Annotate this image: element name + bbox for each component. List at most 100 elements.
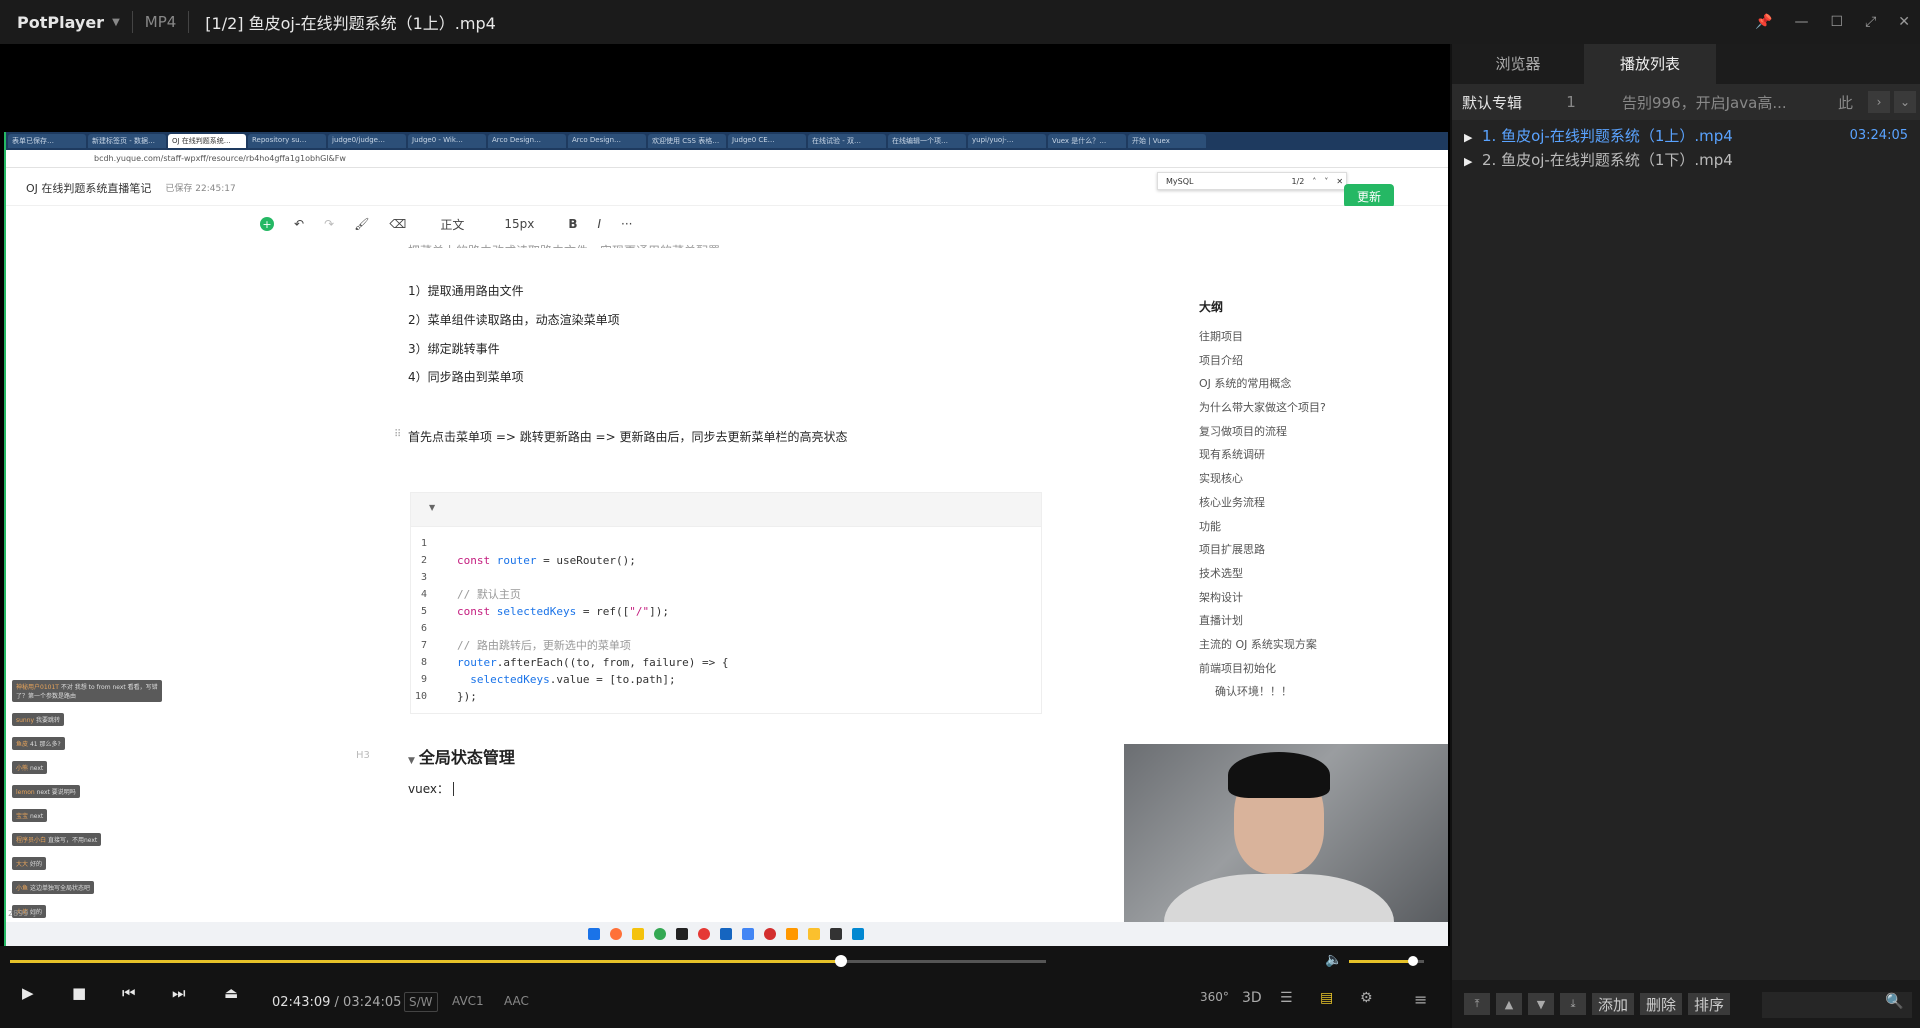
outline-item[interactable]: 项目介绍 [1199,349,1439,373]
video-area[interactable]: 表单已保存… 新建标签页 - 数据… OJ 在线判题系统… Repository su… [0,44,1450,946]
record-icon[interactable] [698,928,710,940]
address-bar[interactable]: bcdh.yuque.com/staff-wpxff/resource/rb4h… [4,150,1448,168]
pin-icon[interactable]: 📌 [1755,14,1772,30]
italic-button[interactable]: I [598,217,602,231]
chrome-icon[interactable] [654,928,666,940]
move-down-icon[interactable]: ▼ [1528,993,1554,1015]
time-display[interactable]: 02:43:09 / 03:24:05 [272,995,401,1010]
outline-item[interactable]: 为什么带大家做这个项目? [1199,396,1439,420]
close-icon[interactable]: ✕ [1898,14,1910,30]
vscode-icon[interactable] [720,928,732,940]
browser-tab[interactable]: Repository su… [248,134,326,148]
format-painter-icon[interactable]: 🖌 [354,217,369,231]
typora-icon[interactable] [676,928,688,940]
search-icon[interactable]: 🔍 [1885,992,1904,1010]
outline-item[interactable]: 项目扩展思路 [1199,538,1439,562]
seek-bar[interactable] [10,955,1046,967]
bold-button[interactable]: B [568,217,577,231]
3d-icon[interactable]: 3D [1242,990,1262,1006]
doc-title[interactable]: OJ 在线判题系统直播笔记 [26,180,151,196]
browser-tab[interactable]: yupi/yuoj-… [968,134,1046,148]
browser-tab[interactable]: 表单已保存… [8,134,86,148]
browser-tab[interactable]: Judge0 - Wik… [408,134,486,148]
windows-start-icon[interactable] [588,928,600,940]
text-style-select[interactable]: 正文 [440,216,464,233]
tab-browser[interactable]: 浏览器 [1452,44,1584,84]
code-block[interactable]: ▼ 1 2 const router = useRouter(); 3 4 // 默认主页… [410,492,1042,714]
browser-tab[interactable]: judge0/judge… [328,134,406,148]
code-line[interactable]: 10}); [411,688,1041,705]
playlist-search[interactable]: 🔍 [1762,992,1912,1018]
app-icon[interactable] [852,928,864,940]
minimize-icon[interactable]: — [1795,14,1809,30]
find-close-icon[interactable]: ✕ [1336,177,1343,186]
vuex-line[interactable]: vuex： [408,780,458,797]
find-next-icon[interactable]: ˅ [1324,177,1328,186]
next-icon[interactable]: ⏭ [172,984,186,1002]
browser-tab[interactable]: Arco Design… [488,134,566,148]
outline-item[interactable]: 技术选型 [1199,562,1439,586]
video-frame[interactable]: 表单已保存… 新建标签页 - 数据… OJ 在线判题系统… Repository su… [4,132,1448,946]
album-tab[interactable]: 默认专辑 [1452,92,1538,113]
browser-tab[interactable]: OJ 在线判题系统… [168,134,246,148]
terminal-icon[interactable] [830,928,842,940]
vr-360-icon[interactable]: 360° [1200,990,1229,1004]
find-prev-icon[interactable]: ˄ [1312,177,1316,186]
volume-icon[interactable]: 🔈 [1325,952,1342,968]
chevron-down-icon[interactable]: ⌄ [1894,91,1916,113]
code-line[interactable]: 1 [411,535,1041,552]
album-number[interactable]: 1 [1538,93,1604,111]
outline-item[interactable]: 复习做项目的流程 [1199,420,1439,444]
folder-icon[interactable] [632,928,644,940]
audio-codec-tag[interactable]: AAC [500,992,533,1010]
volume-slider[interactable] [1349,956,1424,966]
find-query[interactable]: MySQL [1166,177,1193,186]
redo-icon[interactable]: ↷ [324,217,334,231]
firefox-icon[interactable] [610,928,622,940]
seek-handle[interactable] [835,955,848,967]
find-bar[interactable]: MySQL 1/2 ˄ ˅ ✕ [1157,172,1347,190]
netease-icon[interactable] [764,928,776,940]
outline-item[interactable]: 核心业务流程 [1199,491,1439,515]
app-icon[interactable] [742,928,754,940]
play-icon[interactable]: ▶ [22,984,34,1002]
outline-item[interactable]: 前端项目初始化 [1199,657,1439,681]
code-line[interactable]: 6 [411,620,1041,637]
gear-icon[interactable]: ⚙ [1360,990,1373,1006]
code-line[interactable]: 4 // 默认主页 [411,586,1041,603]
browser-tab[interactable]: 开始 | Vuex [1128,134,1206,148]
move-top-icon[interactable]: ⤒ [1464,993,1490,1015]
eject-icon[interactable]: ⏏ [224,984,238,1002]
extra-tab[interactable]: 此 [1838,92,1868,113]
code-line[interactable]: 3 [411,569,1041,586]
clear-format-icon[interactable]: ⌫ [389,217,406,231]
outline-item[interactable]: 直播计划 [1199,609,1439,633]
sw-tag[interactable]: S/W [404,992,438,1012]
add-button[interactable]: 添加 [1592,993,1635,1015]
browser-tab[interactable]: 在线编辑一个项… [888,134,966,148]
subtitle-icon[interactable]: ▤ [1320,990,1333,1006]
code-line[interactable]: 7 // 路由跳转后，更新选中的菜单项 [411,637,1041,654]
code-body[interactable]: 1 2 const router = useRouter(); 3 4 // 默认主页 5 c… [411,527,1041,713]
sort-button[interactable]: 排序 [1688,993,1731,1015]
font-size-select[interactable]: 15px [504,217,534,231]
collapse-icon[interactable]: ▼ [408,756,415,766]
move-bottom-icon[interactable]: ⤓ [1560,993,1586,1015]
potplayer-menu-button[interactable]: PotPlayer ▼ [0,13,120,32]
collapse-icon[interactable]: ▼ [429,503,435,512]
outline-item[interactable]: 实现核心 [1199,467,1439,491]
playlist-item[interactable]: ▶ 1. 鱼皮oj-在线判题系统（1上）.mp4 03:24:05 [1452,124,1920,148]
outline-item[interactable]: 架构设计 [1199,586,1439,610]
browser-tab[interactable]: Judge0 CE… [728,134,806,148]
update-button[interactable]: 更新 [1344,184,1394,208]
stop-icon[interactable]: ■ [72,984,86,1002]
menu-icon[interactable]: ≡ [1414,990,1427,1009]
undo-icon[interactable]: ↶ [294,217,304,231]
maximize-icon[interactable]: ☐ [1831,14,1844,30]
outline-item[interactable]: 功能 [1199,515,1439,539]
previous-icon[interactable]: ⏮ [122,984,136,1002]
browser-tab[interactable]: Arco Design… [568,134,646,148]
fullscreen-icon[interactable]: ⤢ [1865,14,1876,30]
outline-item[interactable]: 主流的 OJ 系统实现方案 [1199,633,1439,657]
browser-tab[interactable]: 欢迎使用 CSS 表格… [648,134,726,148]
